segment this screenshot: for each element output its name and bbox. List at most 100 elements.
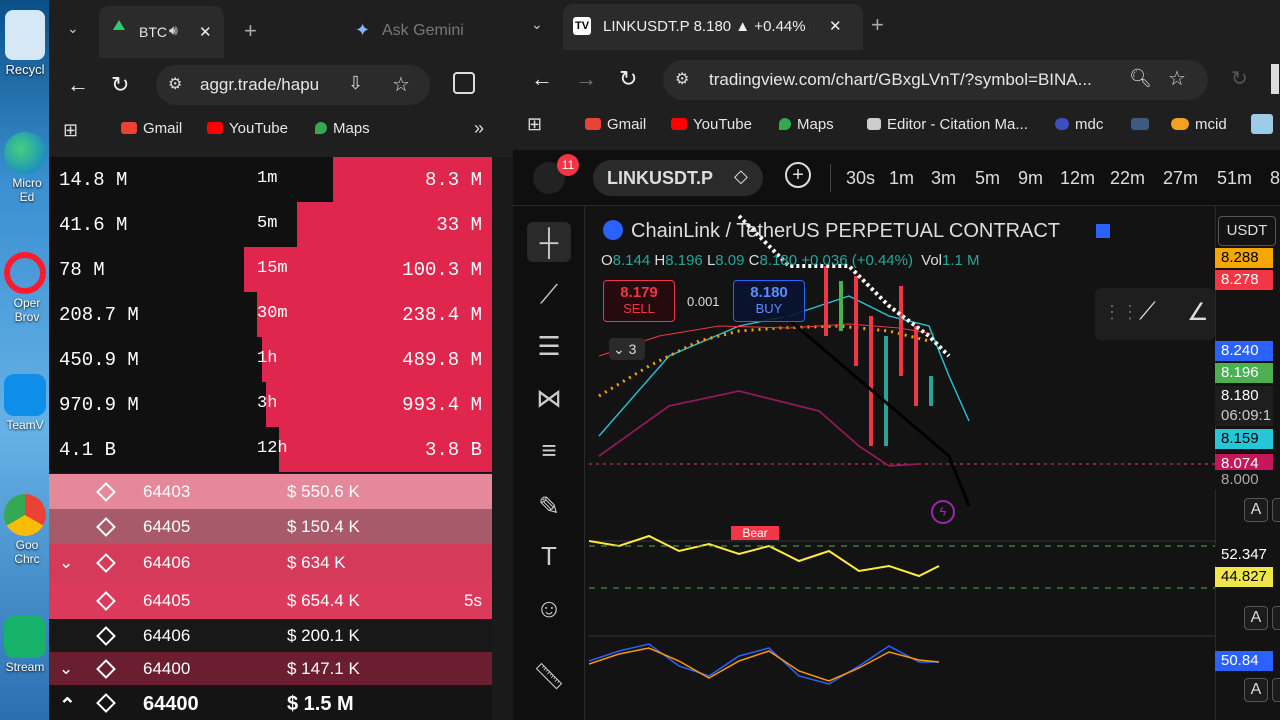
reload-icon[interactable]: ↻: [111, 72, 129, 98]
tab-close-icon[interactable]: ✕: [199, 23, 212, 41]
install-app-icon[interactable]: ⇩: [348, 73, 363, 94]
trendline-tool-icon[interactable]: ⟋: [527, 274, 571, 314]
back-icon[interactable]: ←: [67, 72, 89, 98]
bookmark-unnamed[interactable]: [1131, 116, 1155, 133]
stats-left-value: 970.9 M: [59, 394, 139, 416]
bookmark-label: Gmail: [143, 120, 183, 137]
flag-icon[interactable]: [1096, 224, 1110, 238]
tab-close-icon[interactable]: ✕: [829, 17, 842, 35]
bookmark-mcid[interactable]: mcid: [1171, 116, 1227, 133]
timeframe-12m[interactable]: 12m: [1060, 168, 1095, 189]
auto-scale-button-3[interactable]: A: [1244, 678, 1268, 702]
site-info-icon[interactable]: ⚙︎: [168, 74, 182, 94]
ask-gemini-button[interactable]: Ask Gemini: [382, 22, 464, 40]
buy-button[interactable]: 8.180 BUY: [733, 280, 805, 322]
diamond-icon[interactable]: ◇: [734, 166, 748, 187]
sync-icon[interactable]: ↻: [1231, 66, 1248, 91]
timeframe-30s[interactable]: 30s: [846, 168, 875, 189]
tab-btc[interactable]: BTC 🔊︎ ✕: [99, 6, 224, 58]
tab-linkusdt[interactable]: TV LINKUSDT.P 8.180 ▲ +0.44% M ✕: [563, 4, 863, 50]
trade-amount: $ 634 K: [287, 553, 346, 572]
text-tool-icon[interactable]: T: [527, 536, 571, 576]
new-tab-icon[interactable]: +: [244, 18, 257, 44]
timeframe-51m[interactable]: 51m: [1217, 168, 1252, 189]
brush-tool-icon[interactable]: ✎: [527, 486, 571, 526]
stats-row: 41.6 M 5m 33 M: [49, 202, 492, 247]
prediction-tool-icon[interactable]: ≡: [527, 430, 571, 470]
sell-button[interactable]: 8.179 SELL: [603, 280, 675, 322]
trade-amount: $ 147.1 K: [287, 658, 360, 678]
scrollbar[interactable]: [492, 157, 515, 720]
chevron-up-icon[interactable]: ⌃: [59, 693, 76, 718]
more-bookmarks-icon[interactable]: »: [474, 118, 484, 139]
timeframe-27m[interactable]: 27m: [1163, 168, 1198, 189]
log-scale-button-2[interactable]: L: [1272, 606, 1280, 630]
bookmark-label: Editor - Citation Ma...: [887, 116, 1028, 133]
desktop-icon-recycle[interactable]: Recycl: [0, 10, 50, 77]
floating-drawing-toolbar: ⋮⋮ ⟋ ∠: [1095, 288, 1215, 340]
chevron-down-icon[interactable]: ⌄: [59, 659, 73, 679]
bookmark-youtube[interactable]: YouTube: [671, 116, 752, 133]
bookmark-youtube[interactable]: YouTube: [207, 120, 288, 137]
bookmark-gmail[interactable]: Gmail: [121, 120, 182, 137]
timeframe-9m[interactable]: 9m: [1018, 168, 1043, 189]
bookmark-mdc[interactable]: mdc: [1055, 116, 1103, 133]
log-scale-button[interactable]: L: [1272, 498, 1280, 522]
forward-icon[interactable]: →: [575, 66, 597, 92]
zoom-icon[interactable]: 🔍︎: [1129, 68, 1152, 89]
address-bar[interactable]: ⚙︎ aggr.trade/hapu ⇩ ☆: [156, 65, 430, 105]
indicators-toggle[interactable]: ⌄ 3: [609, 338, 645, 360]
bookmark-star-icon[interactable]: ☆: [1168, 66, 1186, 91]
apps-grid-icon[interactable]: ⊞: [527, 114, 542, 135]
extension-icon[interactable]: [1251, 114, 1273, 134]
timeframe-22m[interactable]: 22m: [1110, 168, 1145, 189]
log-scale-button-3[interactable]: L: [1272, 678, 1280, 702]
currency-selector[interactable]: USDT: [1218, 216, 1276, 246]
timeframe-5m[interactable]: 5m: [975, 168, 1000, 189]
chevron-down-icon[interactable]: ⌄: [59, 553, 73, 573]
angle-tool-icon[interactable]: ∠: [1187, 298, 1209, 327]
alert-lightning-icon[interactable]: ϟ: [931, 500, 955, 524]
trade-amount: $ 150.4 K: [287, 516, 360, 536]
chart-pane[interactable]: ChainLink / TetherUS PERPETUAL CONTRACT …: [589, 206, 1215, 720]
speaker-icon[interactable]: 🔊︎: [169, 22, 178, 39]
desktop-icon-teamviewer[interactable]: TeamV: [0, 374, 50, 432]
drag-handle-icon[interactable]: ⋮⋮: [1103, 302, 1139, 323]
new-tab-icon[interactable]: +: [871, 12, 884, 38]
timeframe-3m[interactable]: 3m: [931, 168, 956, 189]
auto-scale-button-2[interactable]: A: [1244, 606, 1268, 630]
ray-tool-icon[interactable]: ⟋: [1139, 298, 1156, 326]
bookmark-maps[interactable]: Maps: [315, 120, 370, 137]
desktop-icon-chrome[interactable]: Goo Chrc: [0, 494, 50, 566]
crosshair-tool-icon[interactable]: ┼: [527, 222, 571, 262]
address-bar[interactable]: ⚙︎ tradingview.com/chart/GBxgLVnT/?symbo…: [663, 60, 1208, 100]
bookmark-gmail[interactable]: Gmail: [585, 116, 646, 133]
extensions-icon[interactable]: [453, 72, 475, 94]
tab-list-chevron-icon[interactable]: ⌄: [531, 16, 543, 33]
back-icon[interactable]: ←: [531, 66, 553, 92]
bookmark-maps[interactable]: Maps: [779, 116, 834, 133]
ruler-tool-icon[interactable]: 📏︎: [527, 656, 571, 696]
stats-right-value: 238.4 M: [402, 304, 482, 326]
timeframe-8[interactable]: 8: [1270, 168, 1280, 189]
desktop-icon-opera[interactable]: Oper Brov: [0, 252, 50, 324]
emoji-tool-icon[interactable]: ☺: [527, 588, 571, 628]
apps-grid-icon[interactable]: ⊞: [63, 120, 78, 141]
auto-scale-button[interactable]: A: [1244, 498, 1268, 522]
bookmark-star-icon[interactable]: ☆: [392, 72, 410, 97]
reload-icon[interactable]: ↻: [619, 66, 637, 92]
desktop-icon-edge[interactable]: Micro Ed: [0, 132, 50, 204]
bookmark-citation[interactable]: Editor - Citation Ma...: [867, 116, 1028, 133]
bear-label: Bear: [731, 526, 779, 540]
fib-tool-icon[interactable]: ☰: [527, 326, 571, 366]
trade-amount: $ 550.6 K: [287, 481, 360, 501]
bookmark-icon: [1131, 118, 1149, 130]
tab-list-chevron-icon[interactable]: ⌄: [67, 20, 79, 37]
compare-add-icon[interactable]: +: [785, 162, 811, 188]
site-info-icon[interactable]: ⚙︎: [675, 69, 689, 89]
stats-right-value: 489.8 M: [402, 349, 482, 371]
pattern-tool-icon[interactable]: ⋈: [527, 378, 571, 418]
desktop-icon-stream[interactable]: Stream: [0, 616, 50, 674]
symbol-search[interactable]: LINKUSDT.P ◇: [593, 160, 763, 196]
timeframe-1m[interactable]: 1m: [889, 168, 914, 189]
